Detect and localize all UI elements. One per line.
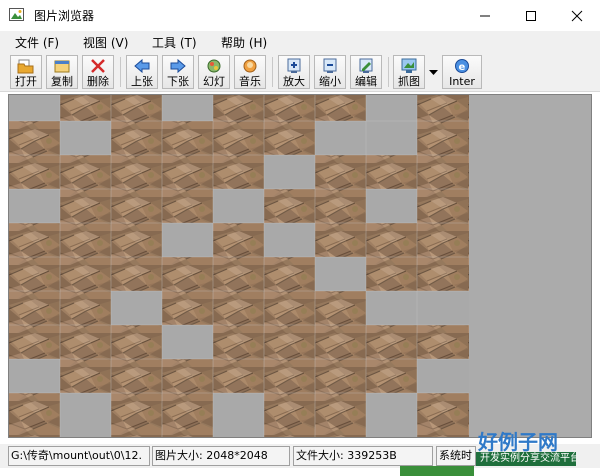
maximize-button[interactable] — [508, 0, 554, 31]
music-icon — [243, 59, 257, 73]
zoom-out-label: 缩小 — [319, 75, 341, 88]
zoom-in-label: 放大 — [283, 75, 305, 88]
next-label: 下张 — [167, 75, 189, 88]
tile-grid — [9, 95, 469, 437]
minimize-icon — [480, 15, 490, 16]
menu-bar: 文件 (F) 视图 (V) 工具 (T) 帮助 (H) — [0, 31, 600, 52]
music-label: 音乐 — [239, 75, 261, 88]
previous-button[interactable]: 上张 — [126, 55, 158, 89]
internet-button[interactable]: e Inter — [442, 55, 482, 89]
edit-button[interactable]: 编辑 — [350, 55, 382, 89]
capture-label: 抓图 — [398, 75, 420, 88]
slideshow-button[interactable]: 幻灯 — [198, 55, 230, 89]
capture-button[interactable]: 抓图 — [393, 55, 425, 89]
close-button[interactable] — [554, 0, 600, 31]
toolbar-separator — [120, 57, 121, 87]
open-folder-icon — [17, 59, 34, 74]
slideshow-label: 幻灯 — [203, 75, 225, 88]
zoom-in-icon — [287, 58, 301, 73]
previous-label: 上张 — [131, 75, 153, 88]
status-system-time: 系统时 — [436, 446, 476, 466]
zoom-in-button[interactable]: 放大 — [278, 55, 310, 89]
menu-file[interactable]: 文件 (F) — [15, 34, 59, 51]
toolbar-separator — [272, 57, 273, 87]
title-bar[interactable]: 图片浏览器 — [0, 0, 600, 31]
edit-label: 编辑 — [355, 75, 377, 88]
open-button[interactable]: 打开 — [10, 55, 42, 89]
watermark-text: 好例子网 — [478, 430, 558, 454]
menu-view[interactable]: 视图 (V) — [83, 34, 128, 51]
capture-icon — [401, 58, 417, 73]
internet-label: Inter — [449, 75, 475, 88]
maximize-icon — [526, 10, 536, 21]
edit-icon — [359, 58, 373, 73]
chevron-down-icon — [428, 69, 438, 75]
copy-button[interactable]: 复制 — [46, 55, 78, 89]
capture-dropdown[interactable] — [427, 55, 439, 89]
status-file-size: 文件大小: 339253B — [293, 446, 433, 466]
copy-icon — [54, 60, 70, 73]
image-tiles — [9, 95, 469, 437]
watermark-tagline: 开发实例分享交流平台 — [476, 452, 576, 466]
menu-tools[interactable]: 工具 (T) — [152, 34, 197, 51]
toolbar-separator — [388, 57, 389, 87]
minimize-button[interactable] — [462, 0, 508, 31]
music-button[interactable]: 音乐 — [234, 55, 266, 89]
menu-help[interactable]: 帮助 (H) — [221, 34, 267, 51]
zoom-out-icon — [323, 58, 337, 73]
status-file-path: G:\传奇\mount\out\0\12. — [8, 446, 150, 466]
arrow-right-icon — [170, 58, 186, 74]
delete-x-icon — [91, 59, 105, 73]
toolbar: 打开 复制 删除 上张 下张 幻灯 音乐 放大 缩小 编辑 抓图 e Inter — [0, 52, 600, 92]
status-image-size: 图片大小: 2048*2048 — [152, 446, 290, 466]
svg-text:e: e — [459, 62, 466, 73]
copy-label: 复制 — [51, 75, 73, 88]
slideshow-icon — [207, 59, 221, 73]
window-title: 图片浏览器 — [34, 9, 95, 23]
green-banner — [400, 466, 474, 476]
zoom-out-button[interactable]: 缩小 — [314, 55, 346, 89]
delete-label: 删除 — [87, 75, 109, 88]
arrow-left-icon — [134, 58, 150, 74]
close-icon — [571, 10, 583, 21]
delete-button[interactable]: 删除 — [82, 55, 114, 89]
next-button[interactable]: 下张 — [162, 55, 194, 89]
internet-icon: e — [455, 59, 469, 73]
open-label: 打开 — [15, 75, 37, 88]
bottom-strip — [0, 468, 600, 476]
app-picture-icon — [9, 8, 24, 21]
image-viewer[interactable] — [8, 94, 592, 438]
